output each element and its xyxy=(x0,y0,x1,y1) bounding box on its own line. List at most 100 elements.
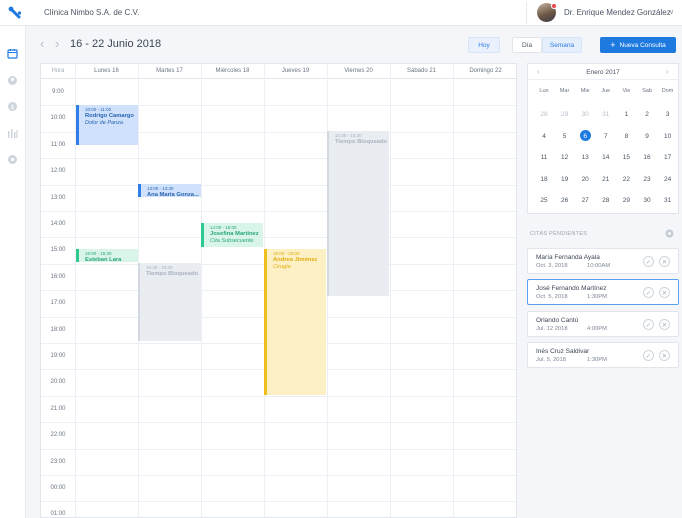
hour-divider xyxy=(41,237,516,239)
calendar-day[interactable]: 7 xyxy=(596,133,616,140)
confirm-check-icon[interactable]: ✓ xyxy=(643,256,654,267)
calendar-day[interactable]: 1 xyxy=(616,111,636,118)
calendar-day[interactable]: 24 xyxy=(658,176,678,183)
calendar-day[interactable]: 28 xyxy=(534,111,554,118)
pending-appointment-card[interactable]: Orlando Cantú Jul. 12 2018 4:00PM ✓ ✕ xyxy=(527,311,679,337)
cancel-close-icon[interactable]: ✕ xyxy=(659,256,670,267)
day-header[interactable]: Lunes 16 xyxy=(75,68,138,74)
settings-icon[interactable] xyxy=(7,154,18,165)
selected-day[interactable]: 6 xyxy=(575,129,595,141)
cancel-close-icon[interactable]: ✕ xyxy=(659,287,670,298)
confirm-check-icon[interactable]: ✓ xyxy=(643,287,654,298)
calendar-event[interactable]: 15:30 - 18:30 Tiempo Bloqueado xyxy=(138,263,201,341)
calendar-day[interactable]: 12 xyxy=(555,154,575,161)
calendar-day[interactable]: 15 xyxy=(616,154,636,161)
confirm-check-icon[interactable]: ✓ xyxy=(643,350,654,361)
pending-appointment-card[interactable]: María Fernanda Ayala Oct. 3, 2018 10:00AM ✓… xyxy=(527,248,679,274)
appointment-date: Jul. 12 2018 xyxy=(536,326,568,332)
calendar-day[interactable]: 22 xyxy=(616,176,636,183)
calendar-day[interactable]: 27 xyxy=(575,197,595,204)
header-divider xyxy=(526,2,527,24)
app-logo-icon[interactable] xyxy=(8,6,22,20)
calendar-event[interactable]: 10:00 - 11:00 Rodrigo Camargo Dolor de Pan… xyxy=(76,105,138,145)
calendar-day[interactable]: 30 xyxy=(637,197,657,204)
event-subtitle: Cirugía xyxy=(273,264,291,270)
event-name: Josefina Martínez xyxy=(210,231,259,237)
calendar-event[interactable]: 15:00 - 15:30 Esteban Lara xyxy=(76,249,138,262)
day-header[interactable]: Domingo 22 xyxy=(453,68,516,74)
day-header[interactable]: Miércoles 18 xyxy=(201,68,264,74)
billing-icon[interactable]: $ xyxy=(7,101,18,112)
event-name: Rodrigo Camargo xyxy=(85,113,134,119)
calendar-day[interactable]: 29 xyxy=(555,111,575,118)
calendar-day[interactable]: 28 xyxy=(596,197,616,204)
hour-label: 17:00 xyxy=(50,300,66,307)
calendar-day[interactable]: 4 xyxy=(534,133,554,140)
gear-icon[interactable] xyxy=(665,229,674,238)
calendar-day[interactable]: 21 xyxy=(596,176,616,183)
day-header[interactable]: Jueves 19 xyxy=(264,68,327,74)
calendar-day[interactable]: 17 xyxy=(658,154,678,161)
calendar-event[interactable]: 14:00 - 15:00 Josefina Martínez Cita Subse… xyxy=(201,223,263,247)
calendar-day[interactable]: 3 xyxy=(658,111,678,118)
cancel-close-icon[interactable]: ✕ xyxy=(659,319,670,330)
calendar-day[interactable]: 2 xyxy=(637,111,657,118)
pending-appointment-card[interactable]: Inés Cruz Saldivar Jul. 5, 2018 1:30PM ✓ ✕ xyxy=(527,342,679,368)
calendar-day[interactable]: 26 xyxy=(555,197,575,204)
calendar-day[interactable]: 18 xyxy=(534,176,554,183)
calendar-day[interactable]: 16 xyxy=(637,154,657,161)
appointment-time: 10:00AM xyxy=(587,263,611,269)
event-subtitle: Cita Subsecuente xyxy=(210,238,254,244)
appointment-time: 1:30PM xyxy=(587,357,607,363)
hour-label: 18:00 xyxy=(50,326,66,333)
hour-divider xyxy=(41,158,516,160)
calendar-day[interactable]: 11 xyxy=(534,154,554,161)
calendar-day[interactable]: 25 xyxy=(534,197,554,204)
confirm-check-icon[interactable]: ✓ xyxy=(643,319,654,330)
mini-calendar-days: 28 29 30 31 1 2 3 4 5 6 7 8 9 10 11 12 13 14 15 16 17 18 19 20 2… xyxy=(528,64,678,214)
user-name[interactable]: Dr. Enrique Mendez González xyxy=(564,8,671,17)
hour-divider xyxy=(41,184,516,186)
day-header[interactable]: Sábado 21 xyxy=(390,68,453,74)
calendar-day[interactable]: 31 xyxy=(658,197,678,204)
calendar-day[interactable]: 8 xyxy=(616,133,636,140)
hour-label: 9:00 xyxy=(52,89,64,95)
next-week-icon[interactable]: › xyxy=(55,36,59,51)
event-name: Esteban Lara xyxy=(85,257,122,262)
pending-appointment-card[interactable]: José Fernando Martínez Oct. 5, 2018 1:30PM… xyxy=(527,279,679,305)
day-view-button[interactable]: Día xyxy=(512,37,542,53)
hour-column-header: Hora xyxy=(51,68,65,74)
cancel-close-icon[interactable]: ✕ xyxy=(659,350,670,361)
hour-divider xyxy=(41,211,516,212)
week-view-button[interactable]: Semana xyxy=(542,37,582,53)
calendar-day[interactable]: 19 xyxy=(555,176,575,183)
clinic-name: Clínica Nimbo S.A. de C.V. xyxy=(44,8,140,17)
calendar-day[interactable]: 23 xyxy=(637,176,657,183)
calendar-day[interactable]: 14 xyxy=(596,154,616,161)
appointment-date: Jul. 5, 2018 xyxy=(536,357,566,363)
day-header[interactable]: Viernes 20 xyxy=(327,68,390,74)
chevron-down-icon[interactable]: ∨ xyxy=(669,8,674,16)
calendar-day[interactable]: 20 xyxy=(575,176,595,183)
new-consultation-button[interactable]: + Nueva Consulta xyxy=(600,37,676,53)
calendar-day[interactable]: 10 xyxy=(658,133,678,140)
prev-week-icon[interactable]: ‹ xyxy=(40,36,44,51)
patients-icon[interactable] xyxy=(7,75,18,86)
calendar-day[interactable]: 31 xyxy=(596,111,616,118)
calendar-day[interactable]: 9 xyxy=(637,133,657,140)
calendar-event[interactable]: 15:00 - 20:00 Andrea Jiménez Cirugía xyxy=(264,249,326,395)
calendar-event[interactable]: 10:30 - 15:30 Tiempo Bloqueado xyxy=(327,131,389,296)
day-header[interactable]: Martes 17 xyxy=(138,68,201,74)
event-name: Andrea Jiménez xyxy=(273,257,318,263)
calendar-event[interactable]: 13:00 - 13:30 Ana Maria Gonza... xyxy=(138,184,201,197)
calendar-day[interactable]: 13 xyxy=(575,154,595,161)
appointment-patient-name: José Fernando Martínez xyxy=(536,285,607,292)
reports-icon[interactable] xyxy=(7,128,18,139)
calendar-day[interactable]: 29 xyxy=(616,197,636,204)
calendar-day[interactable]: 5 xyxy=(555,133,575,140)
mini-calendar: ‹ Enero 2017 › 28 29 30 31 1 2 3 4 5 6 7 8 9 10 11 12 13… xyxy=(527,63,679,214)
hour-label: 10:00 xyxy=(50,115,66,122)
today-button[interactable]: Hoy xyxy=(468,37,500,53)
calendar-day[interactable]: 30 xyxy=(575,111,595,118)
calendar-icon[interactable] xyxy=(7,48,18,59)
